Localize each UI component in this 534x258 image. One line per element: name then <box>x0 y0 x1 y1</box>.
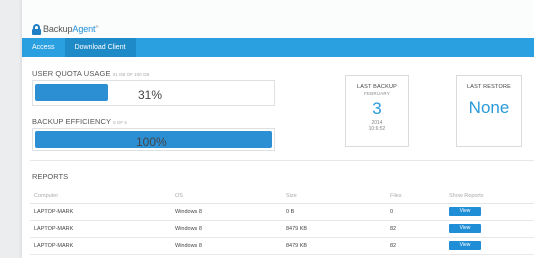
view-report-button[interactable]: View <box>449 207 481 216</box>
column-header-os[interactable]: OS <box>171 189 282 204</box>
cell-computer: LAPTOP-MARK <box>30 220 171 238</box>
divider <box>30 160 534 161</box>
nav-item-access[interactable]: Access <box>22 38 65 57</box>
nav-item-download-client[interactable]: Download Client <box>64 38 136 57</box>
cell-files: 82 <box>386 220 445 238</box>
last-backup-title: LAST BACKUP <box>356 84 397 90</box>
cell-action: View <box>445 203 534 221</box>
last-backup-month: FEBRUARY <box>363 91 391 96</box>
cell-os: Windows 8 <box>171 203 282 221</box>
cell-size: 0 B <box>282 203 386 221</box>
reports-table: Computer OS Size Files Show Reports LAPT… <box>30 189 534 255</box>
column-header-show-reports: Show Reports <box>445 189 534 204</box>
cell-files: 0 <box>386 203 445 221</box>
last-backup-time: 10:6:52 <box>368 126 386 132</box>
cell-action: View <box>445 220 534 238</box>
lock-icon <box>32 23 41 35</box>
last-backup-card: LAST BACKUP FEBRUARY 3 2014 10:6:52 <box>345 75 409 147</box>
table-row: LAPTOP-MARK Windows 8 8479 KB 82 View <box>30 237 534 255</box>
efficiency-percent: 100% <box>136 135 167 149</box>
cell-os: Windows 8 <box>171 237 282 255</box>
cell-size: 8479 KB <box>282 220 386 238</box>
view-report-button[interactable]: View <box>449 241 481 250</box>
quota-percent: 31% <box>138 88 163 102</box>
logo[interactable]: BackupAgent® <box>32 22 98 36</box>
main-nav: Access Download Client <box>22 38 534 57</box>
quota-bar-fill <box>35 84 108 101</box>
reports-title: REPORTS <box>32 172 69 181</box>
dashboard-page: BackupAgent® Access Download Client USER… <box>22 0 534 258</box>
cell-action: View <box>445 237 534 255</box>
column-header-size[interactable]: Size <box>282 189 386 204</box>
cell-computer: LAPTOP-MARK <box>30 203 171 221</box>
table-row: LAPTOP-MARK Windows 8 8479 KB 82 View <box>30 220 534 238</box>
column-header-files[interactable]: Files <box>386 189 445 204</box>
cell-files: 82 <box>386 237 445 255</box>
brand-name: BackupAgent® <box>43 24 99 34</box>
efficiency-label: BACKUP EFFICIENCY 5 OF 5 <box>32 117 127 126</box>
header: BackupAgent® <box>22 0 534 40</box>
quota-label: USER QUOTA USAGE 31 GB OF 100 GB <box>32 69 150 78</box>
last-restore-card: LAST RESTORE None <box>456 75 522 147</box>
cell-computer: LAPTOP-MARK <box>30 237 171 255</box>
table-header-row: Computer OS Size Files Show Reports <box>30 189 534 204</box>
last-restore-value: None <box>468 98 510 117</box>
last-restore-title: LAST RESTORE <box>466 84 512 90</box>
column-header-computer[interactable]: Computer <box>30 189 171 204</box>
last-backup-day: 3 <box>372 99 382 118</box>
table-row: LAPTOP-MARK Windows 8 0 B 0 View <box>30 203 534 221</box>
cell-size: 8479 KB <box>282 237 386 255</box>
view-report-button[interactable]: View <box>449 224 481 233</box>
cell-os: Windows 8 <box>171 220 282 238</box>
